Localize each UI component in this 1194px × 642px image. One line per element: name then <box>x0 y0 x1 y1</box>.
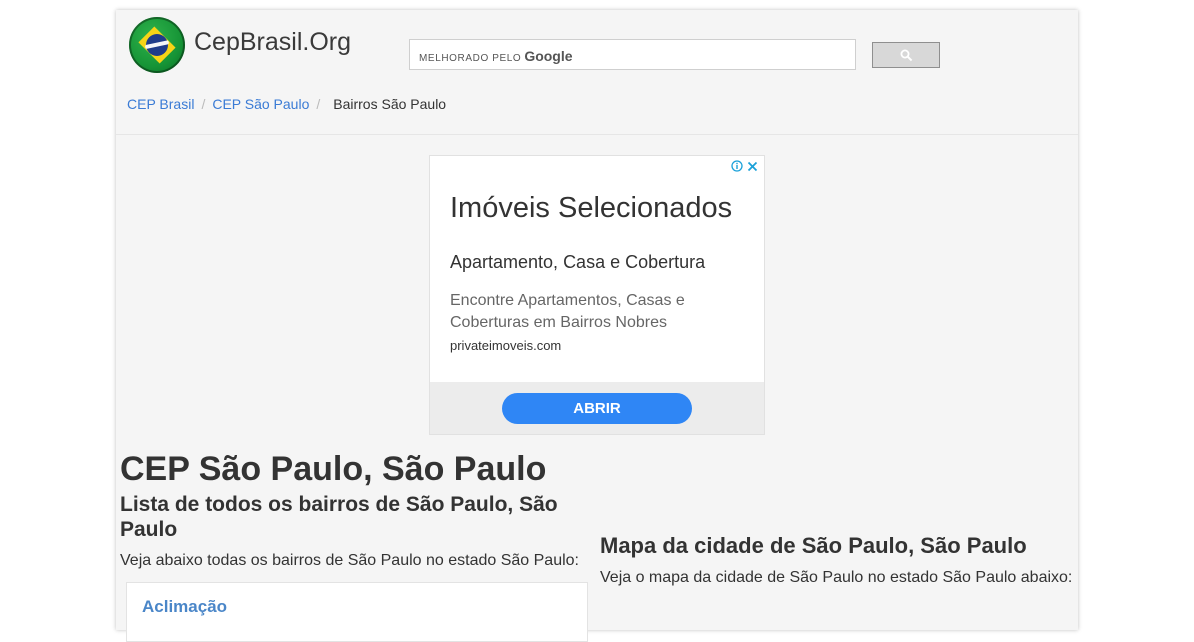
header-divider <box>116 134 1078 135</box>
breadcrumb-cep-brasil[interactable]: CEP Brasil <box>127 96 194 112</box>
breadcrumb-separator: / <box>316 96 321 112</box>
search-input[interactable]: MELHORADO PELO Google <box>409 39 856 70</box>
breadcrumb-current: Bairros São Paulo <box>333 96 447 112</box>
page-title: CEP São Paulo, São Paulo <box>120 450 547 488</box>
ad-footer: ABRIR <box>430 382 764 434</box>
ad-subtitle[interactable]: Apartamento, Casa e Cobertura <box>450 252 705 273</box>
intro-text: Veja abaixo todas os bairros de São Paul… <box>120 552 579 569</box>
page-container: CepBrasil.Org MELHORADO PELO Google CEP B… <box>116 10 1078 642</box>
neighborhood-list: Aclimação <box>126 582 588 642</box>
ad-banner[interactable]: Imóveis Selecionados Apartamento, Casa e… <box>429 155 765 435</box>
brazil-flag-logo[interactable] <box>129 17 185 73</box>
adchoices-info-icon[interactable] <box>731 160 743 172</box>
breadcrumb: CEP Brasil / CEP São Paulo / Bairros São… <box>127 96 446 112</box>
breadcrumb-separator: / <box>201 96 206 112</box>
ad-description: Encontre Apartamentos, Casas e Cobertura… <box>450 292 685 331</box>
google-wordmark: Google <box>524 48 573 64</box>
ad-open-button[interactable]: ABRIR <box>502 393 692 424</box>
map-title: Mapa da cidade de São Paulo, São Paulo <box>600 533 1027 558</box>
search-button[interactable] <box>872 42 940 68</box>
site-name-link[interactable]: CepBrasil.Org <box>194 28 351 57</box>
list-item[interactable]: Aclimação <box>142 597 227 617</box>
ad-url[interactable]: privateimoveis.com <box>450 338 561 353</box>
ad-controls <box>731 160 758 172</box>
search-powered-label: MELHORADO PELO Google <box>419 48 573 64</box>
search-icon <box>900 49 912 61</box>
breadcrumb-cep-sao-paulo[interactable]: CEP São Paulo <box>212 96 309 112</box>
page-subtitle: Lista de todos os bairros de São Paulo, … <box>120 493 558 541</box>
map-text: Veja o mapa da cidade de São Paulo no es… <box>600 569 1073 586</box>
ad-close-icon[interactable] <box>747 161 758 172</box>
ad-title[interactable]: Imóveis Selecionados <box>450 192 732 225</box>
